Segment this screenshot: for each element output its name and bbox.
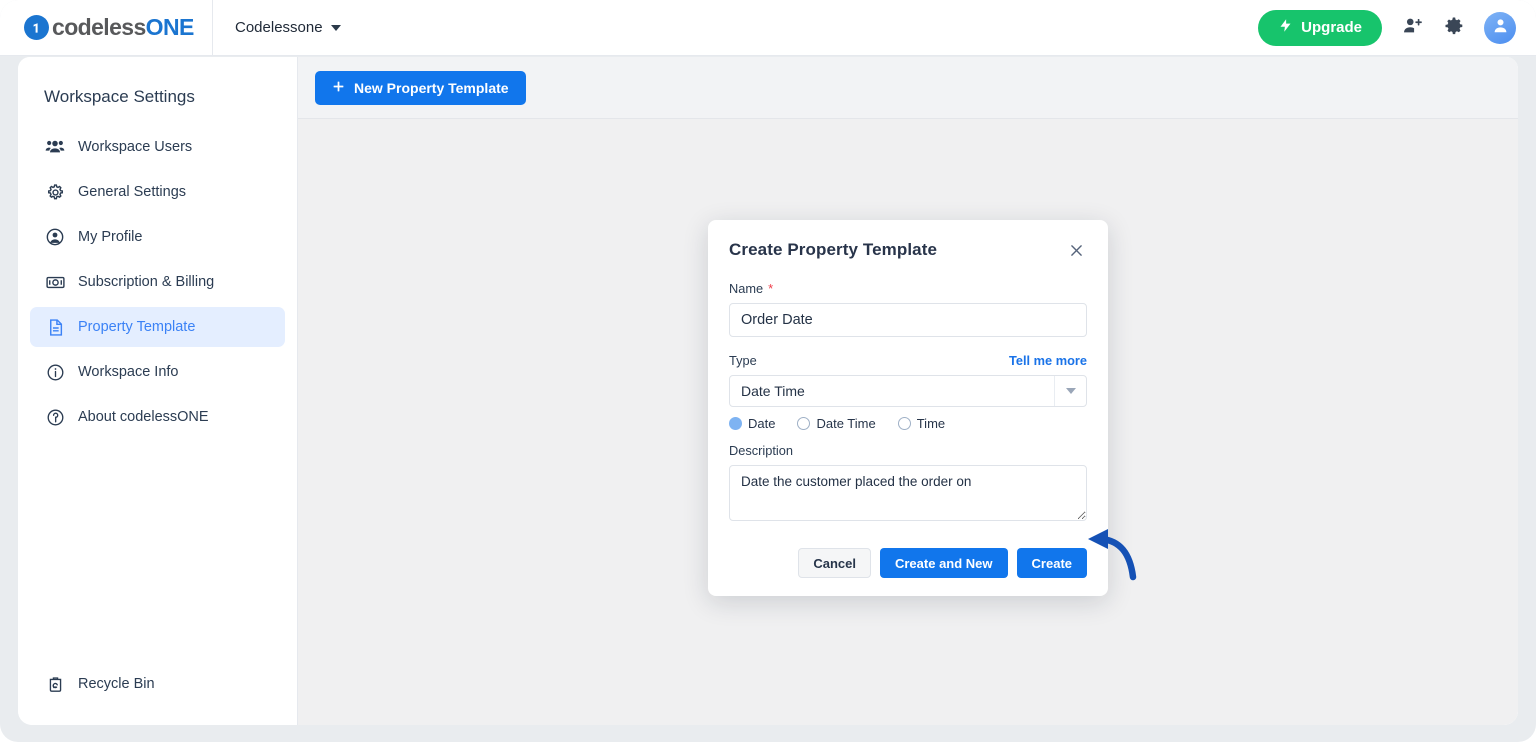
description-field-group: Description [729,443,1087,526]
sidebar-item-subscription-billing[interactable]: Subscription & Billing [30,262,285,302]
workspace-name: Codelessone [235,19,323,36]
sidebar-item-label: Subscription & Billing [78,274,215,290]
sidebar-title: Workspace Settings [44,87,195,106]
sidebar-item-about-codelessone[interactable]: About codelessONE [30,397,285,437]
type-select-value: Date Time [741,383,805,399]
chevron-down-icon [330,24,341,31]
radio-date-time[interactable]: Date Time [797,416,876,431]
sidebar-nav: Workspace Users General Settings My Prof… [18,127,297,437]
radio-label: Time [916,416,946,431]
new-property-template-button[interactable]: New Property Template [315,70,526,105]
about-circle-icon [44,408,66,427]
add-user-icon [1402,15,1424,40]
name-field-group: Name * [729,281,1087,337]
avatar[interactable] [1484,11,1516,44]
sidebar-footer: Recycle Bin [30,664,286,709]
app-logo[interactable]: codelessONE [0,14,196,41]
radio-dot [797,417,811,430]
upgrade-label: Upgrade [1301,19,1362,36]
info-circle-icon [44,363,66,382]
gear-icon [44,183,66,202]
type-label: Type [729,353,757,368]
sidebar-item-label: General Settings [78,184,187,200]
document-icon [44,318,66,337]
type-select[interactable]: Date Time [729,375,1087,407]
sidebar-item-label: Property Template [78,319,196,335]
type-variant-radio-group: Date Date Time Time [729,416,1087,431]
radio-date[interactable]: Date [729,416,775,431]
users-group-icon [44,137,66,157]
plus-icon [332,80,345,96]
sidebar-item-label: My Profile [78,229,143,245]
logo-text-accent: ONE [145,14,195,40]
name-label-row: Name * [729,281,1087,296]
sidebar-item-general-settings[interactable]: General Settings [30,172,285,212]
sidebar-item-my-profile[interactable]: My Profile [30,217,285,257]
sidebar-item-label: Workspace Info [78,364,179,380]
new-property-template-label: New Property Template [354,79,509,96]
workspace-switcher[interactable]: Codelessone [213,0,363,56]
top-bar-actions: Upgrade [1258,9,1536,46]
required-marker: * [768,281,774,296]
sidebar: Workspace Settings Workspace Users Gener… [18,57,298,725]
radio-time[interactable]: Time [897,416,946,431]
close-icon [1068,245,1085,262]
logo-text: codelessONE [52,14,194,41]
close-button[interactable] [1066,240,1087,261]
radio-label: Date [748,416,776,431]
logo-text-primary: codeless [52,14,146,40]
sidebar-item-label: Workspace Users [78,139,193,155]
top-bar: codelessONE Codelessone Upgrade [0,0,1536,56]
sidebar-item-workspace-info[interactable]: Workspace Info [30,352,285,392]
sidebar-item-property-template[interactable]: Property Template [30,307,285,347]
gear-icon [1444,16,1464,39]
user-avatar-icon [1491,16,1510,40]
sidebar-item-label: About codelessONE [78,409,209,425]
banknote-icon [44,272,66,293]
content-toolbar: New Property Template [298,57,1518,119]
lightning-bolt-icon [1278,18,1293,37]
type-select-arrow-button[interactable] [1054,376,1086,406]
name-input[interactable] [729,303,1087,337]
sidebar-item-recycle-bin[interactable]: Recycle Bin [30,664,286,704]
name-label: Name [729,281,764,296]
create-and-new-button[interactable]: Create and New [879,548,1008,578]
dialog-header: Create Property Template [729,240,1087,261]
codeless-one-logo-icon [24,15,49,40]
description-label: Description [729,443,794,458]
dialog-actions: Cancel Create and New Create [729,548,1087,578]
app-window: codelessONE Codelessone Upgrade Workspac… [0,0,1536,742]
settings-button[interactable] [1444,16,1464,39]
sidebar-item-workspace-users[interactable]: Workspace Users [30,127,285,167]
tell-me-more-link[interactable]: Tell me more [1009,353,1087,368]
radio-dot [897,417,911,430]
create-property-template-dialog: Create Property Template Name * Type Tel… [708,220,1108,596]
description-textarea[interactable] [729,465,1087,521]
radio-label: Date Time [816,416,876,431]
recycle-bin-icon [44,675,66,694]
add-user-button[interactable] [1402,15,1424,40]
type-field-group: Type Tell me more Date Time Date Date Ti… [729,353,1087,431]
radio-dot [729,417,742,430]
sidebar-item-label: Recycle Bin [78,676,155,692]
upgrade-button[interactable]: Upgrade [1258,9,1382,46]
chevron-down-icon [1065,388,1076,394]
cancel-button[interactable]: Cancel [798,548,871,578]
user-circle-icon [44,227,66,247]
create-button[interactable]: Create [1016,548,1087,578]
type-label-row: Type Tell me more [729,353,1087,368]
dialog-title: Create Property Template [729,240,938,259]
